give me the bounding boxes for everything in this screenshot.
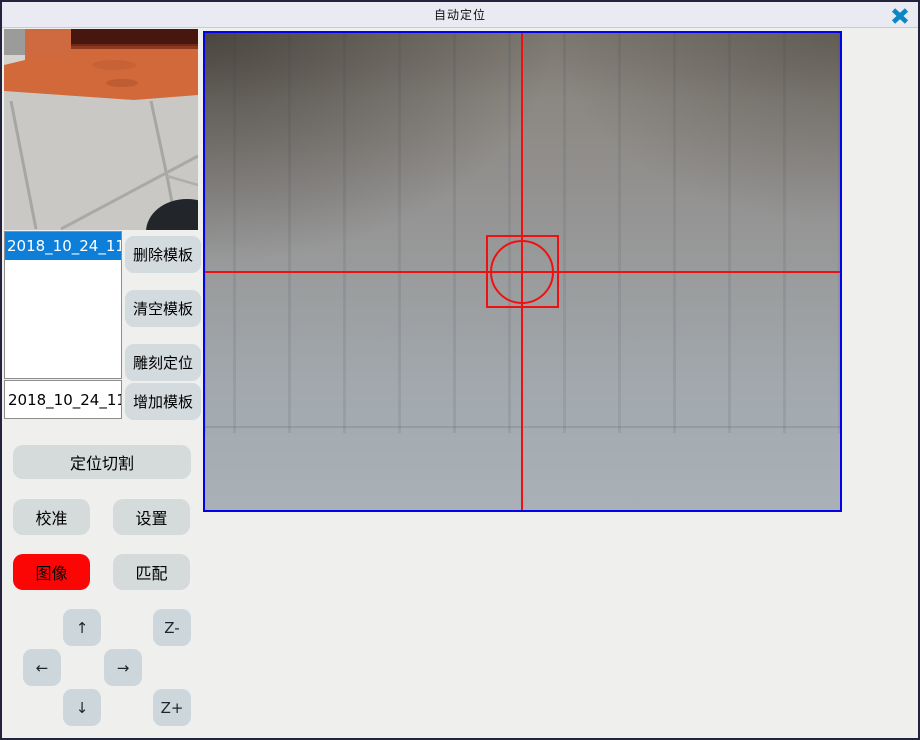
engrave-position-button[interactable]: 雕刻定位 (125, 344, 201, 381)
thumbnail-image (4, 29, 198, 230)
position-cut-button[interactable]: 定位切割 (13, 445, 191, 479)
delete-template-button[interactable]: 删除模板 (125, 236, 201, 273)
calibrate-button[interactable]: 校准 (13, 499, 90, 535)
titlebar: 自动定位 (2, 2, 918, 28)
auto-position-dialog: 自动定位 (0, 0, 920, 740)
jog-left-button[interactable]: ← (23, 649, 61, 686)
target-circle-overlay (490, 240, 554, 304)
dialog-title: 自动定位 (434, 6, 486, 23)
jog-up-button[interactable]: ↑ (63, 609, 101, 646)
jog-right-button[interactable]: → (104, 649, 142, 686)
add-template-button[interactable]: 增加模板 (125, 383, 201, 420)
template-name-input[interactable] (4, 380, 122, 419)
clear-templates-button[interactable]: 清空模板 (125, 290, 201, 327)
jog-down-button[interactable]: ↓ (63, 689, 101, 726)
jog-z-plus-button[interactable]: Z+ (153, 689, 191, 726)
settings-button[interactable]: 设置 (113, 499, 190, 535)
template-list-item[interactable]: 2018_10_24_11 (5, 232, 121, 260)
jog-z-minus-button[interactable]: Z- (153, 609, 191, 646)
close-icon[interactable] (889, 6, 911, 25)
template-thumbnail (4, 29, 198, 230)
image-button[interactable]: 图像 (13, 554, 90, 590)
match-button[interactable]: 匹配 (113, 554, 190, 590)
camera-view[interactable] (203, 31, 842, 512)
close-x-glyph (891, 8, 909, 24)
template-list[interactable]: 2018_10_24_11 (4, 231, 122, 379)
